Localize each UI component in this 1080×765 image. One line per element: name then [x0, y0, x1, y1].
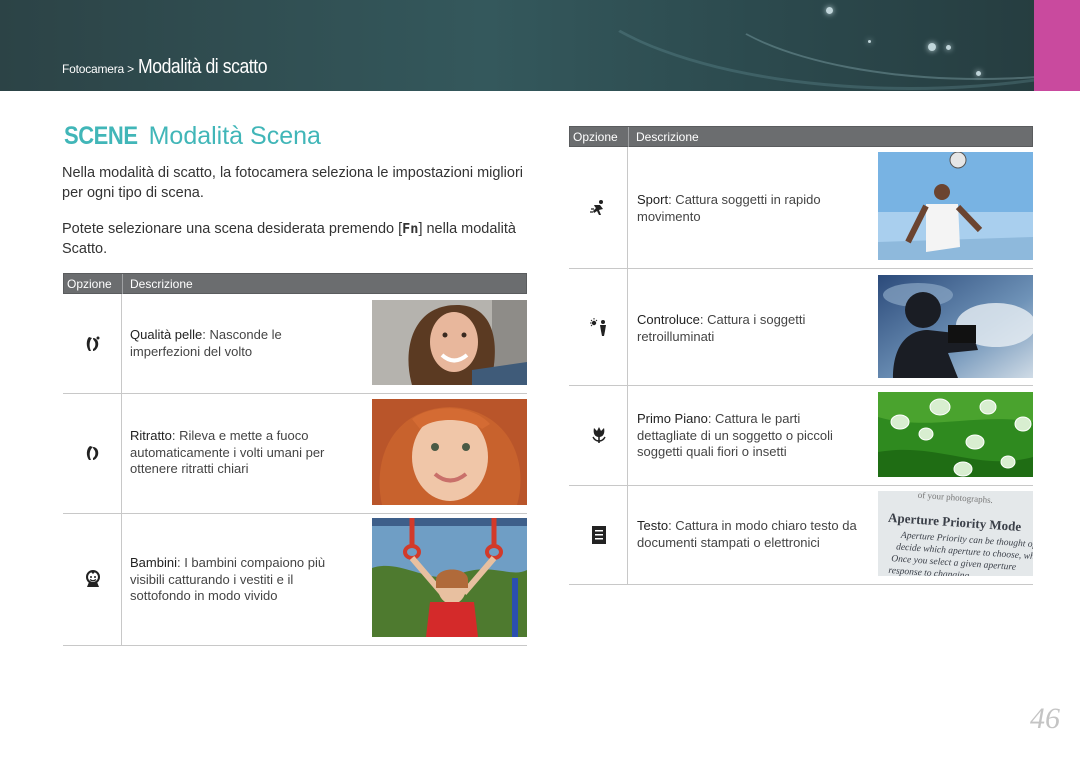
- left-table-column-divider: [121, 294, 122, 645]
- section-title-text: Modalità Scena: [148, 122, 321, 150]
- row-divider: [63, 393, 527, 394]
- skin-quality-description: Qualità pelle: Nasconde le imperfezioni …: [130, 327, 330, 360]
- text-document-icon: [592, 526, 606, 544]
- breadcrumb-parent: Fotocamera >: [62, 62, 134, 76]
- instruction-paragraph: Potete selezionare una scena desiderata …: [62, 219, 532, 259]
- option-column-header: Opzione: [573, 130, 618, 144]
- children-icon: [86, 570, 100, 587]
- chapter-tab-marker: [1034, 0, 1080, 91]
- sport-description: Sport: Cattura soggetti in rapido movime…: [637, 192, 852, 225]
- backlight-icon: [590, 318, 606, 336]
- header-divider: [628, 127, 629, 147]
- option-column-header: Opzione: [67, 277, 112, 291]
- silhouette-photographer-photo: [878, 275, 1033, 378]
- option-text: : Cattura in modo chiaro testo da docume…: [637, 518, 857, 550]
- football-player-photo: [878, 152, 1033, 260]
- row-divider: [569, 485, 1033, 486]
- row-divider: [63, 645, 527, 646]
- breadcrumb: Fotocamera > Modalità di scatto: [62, 56, 285, 79]
- page-number: 46: [1030, 702, 1060, 735]
- option-name: Qualità pelle: [130, 327, 203, 342]
- macro-flower-icon: [592, 427, 606, 443]
- backlight-description: Controluce: Cattura i soggetti retroillu…: [637, 312, 852, 345]
- smiling-girl-photo: [372, 300, 527, 385]
- right-table-column-divider: [627, 147, 628, 584]
- row-divider: [63, 513, 527, 514]
- beauty-face-icon: [86, 336, 100, 351]
- sparkle-decoration: [976, 71, 981, 76]
- left-table-header: Opzione Descrizione: [63, 273, 527, 294]
- child-on-rings-photo: [372, 518, 527, 637]
- portrait-icon: [86, 446, 99, 460]
- row-divider: [569, 584, 1033, 585]
- chapter-header: Fotocamera > Modalità di scatto: [0, 0, 1080, 91]
- scene-mode-label: SCENE: [64, 122, 138, 150]
- section-title: SCENE Modalità Scena: [64, 122, 321, 151]
- book-text-line: of your photographs.: [917, 491, 994, 506]
- option-name: Sport: [637, 192, 669, 207]
- option-name: Controluce: [637, 312, 700, 327]
- sparkle-decoration: [946, 45, 951, 50]
- option-name: Primo Piano: [637, 411, 708, 426]
- sports-icon: [590, 200, 603, 215]
- sparkle-decoration: [868, 40, 871, 43]
- portrait-description: Ritratto: Rileva e mette a fuoco automat…: [130, 428, 340, 478]
- text-mode-description: Testo: Cattura in modo chiaro testo da d…: [637, 518, 857, 551]
- sparkle-decoration: [826, 7, 833, 14]
- red-haired-girl-photo: [372, 399, 527, 505]
- breadcrumb-current: Modalità di scatto: [138, 56, 268, 78]
- description-column-header: Descrizione: [636, 130, 699, 144]
- option-name: Ritratto: [130, 428, 172, 443]
- header-divider: [122, 274, 123, 294]
- intro-paragraph: Nella modalità di scatto, la fotocamera …: [62, 165, 523, 201]
- fn-key-label: Fn: [402, 221, 419, 237]
- option-name: Bambini: [130, 555, 177, 570]
- option-name: Testo: [637, 518, 669, 533]
- water-drops-leaf-photo: [878, 392, 1033, 477]
- sparkle-decoration: [928, 43, 936, 51]
- right-table-header: Opzione Descrizione: [569, 126, 1033, 147]
- description-column-header: Descrizione: [130, 277, 193, 291]
- printed-text-photo: of your photographs. Aperture Priority M…: [878, 491, 1033, 576]
- macro-description: Primo Piano: Cattura le parti dettagliat…: [637, 411, 852, 461]
- instruction-text-before: Potete selezionare una scena desiderata …: [62, 221, 403, 237]
- row-divider: [569, 268, 1033, 269]
- children-description: Bambini: I bambini compaiono più visibil…: [130, 555, 340, 605]
- row-divider: [569, 385, 1033, 386]
